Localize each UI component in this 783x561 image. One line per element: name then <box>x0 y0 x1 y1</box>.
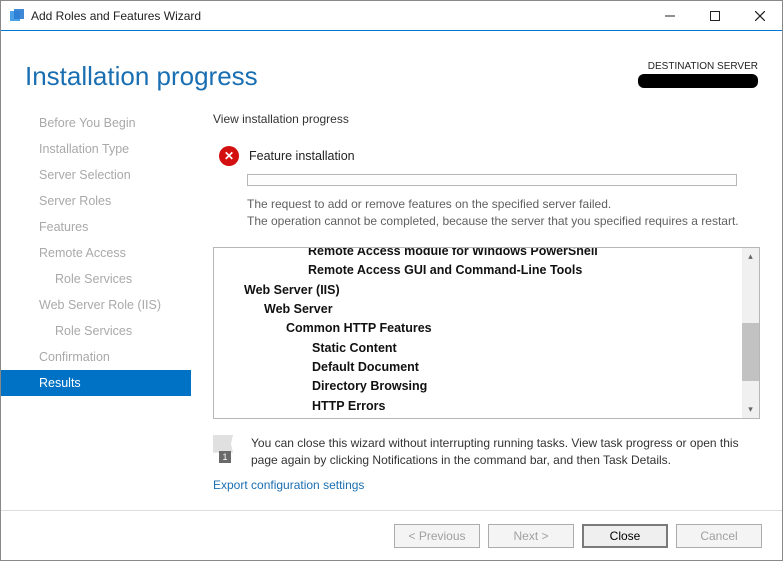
main-panel: View installation progress ✕ Feature ins… <box>191 110 782 510</box>
nav-features: Features <box>1 214 191 240</box>
close-button[interactable]: Close <box>582 524 668 548</box>
app-icon <box>9 8 25 24</box>
tree-item: HTTP Errors <box>216 397 742 416</box>
error-message-line2: The operation cannot be completed, becau… <box>247 213 760 230</box>
tree-item: Web Server (IIS) <box>216 281 742 300</box>
nav-iis-role-services: Role Services <box>1 318 191 344</box>
tree-item: Remote Access module for Windows PowerSh… <box>216 248 742 261</box>
nav-server-roles: Server Roles <box>1 188 191 214</box>
next-button: Next > <box>488 524 574 548</box>
destination-server-label: DESTINATION SERVER <box>638 61 758 72</box>
nav-before-you-begin: Before You Begin <box>1 110 191 136</box>
error-message-line1: The request to add or remove features on… <box>247 196 760 213</box>
minimize-button[interactable] <box>647 1 692 31</box>
feature-tree-container: Remote Access module for Windows PowerSh… <box>213 247 760 419</box>
nav-server-selection: Server Selection <box>1 162 191 188</box>
scrollbar[interactable]: ▴ ▾ <box>742 248 759 418</box>
nav-web-server-role-iis: Web Server Role (IIS) <box>1 292 191 318</box>
view-label: View installation progress <box>213 112 760 126</box>
hint-text: You can close this wizard without interr… <box>251 435 760 469</box>
tree-item: Directory Browsing <box>216 377 742 396</box>
tree-item: Common HTTP Features <box>216 319 742 338</box>
notification-flag-icon: 1 <box>213 435 241 463</box>
error-icon: ✕ <box>219 146 239 166</box>
destination-server-name-redacted <box>638 74 758 88</box>
destination-server-block: DESTINATION SERVER <box>638 61 758 88</box>
page-title: Installation progress <box>25 61 638 92</box>
scroll-thumb[interactable] <box>742 323 759 381</box>
scroll-track[interactable] <box>742 265 759 401</box>
nav-installation-type: Installation Type <box>1 136 191 162</box>
nav-remote-access: Remote Access <box>1 240 191 266</box>
tree-item: Static Content <box>216 339 742 358</box>
scroll-up-icon[interactable]: ▴ <box>742 248 759 265</box>
export-configuration-link[interactable]: Export configuration settings <box>213 478 760 492</box>
close-window-button[interactable] <box>737 1 782 31</box>
hint-row: 1 You can close this wizard without inte… <box>213 435 760 469</box>
nav-results[interactable]: Results <box>1 370 191 396</box>
maximize-button[interactable] <box>692 1 737 31</box>
tree-item: Web Server <box>216 300 742 319</box>
feature-tree[interactable]: Remote Access module for Windows PowerSh… <box>214 248 742 418</box>
notification-count-badge: 1 <box>219 451 231 463</box>
progress-bar <box>247 174 737 186</box>
previous-button: < Previous <box>394 524 480 548</box>
tree-item: Remote Access GUI and Command-Line Tools <box>216 261 742 280</box>
cancel-button: Cancel <box>676 524 762 548</box>
wizard-header: Installation progress DESTINATION SERVER <box>1 31 782 110</box>
window-title: Add Roles and Features Wizard <box>31 9 647 23</box>
nav-remote-access-role-services: Role Services <box>1 266 191 292</box>
status-row: ✕ Feature installation <box>213 146 760 166</box>
title-bar: Add Roles and Features Wizard <box>1 1 782 31</box>
status-text: Feature installation <box>249 149 355 163</box>
error-message: The request to add or remove features on… <box>247 196 760 231</box>
scroll-down-icon[interactable]: ▾ <box>742 401 759 418</box>
nav-confirmation: Confirmation <box>1 344 191 370</box>
tree-item: Default Document <box>216 358 742 377</box>
wizard-footer: < Previous Next > Close Cancel <box>1 510 782 560</box>
wizard-nav: Before You Begin Installation Type Serve… <box>1 110 191 510</box>
